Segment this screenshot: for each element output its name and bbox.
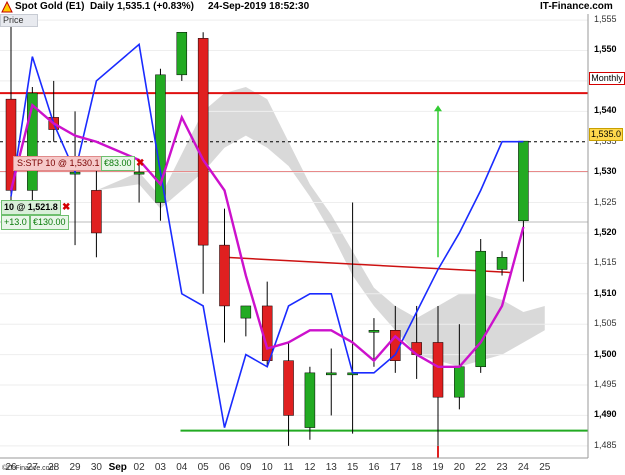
price-panel-tab[interactable]: Price: [0, 14, 38, 27]
x-tick-label: 02: [133, 462, 145, 473]
y-tick-label: 1,530: [594, 166, 617, 177]
candle-09: [240, 305, 252, 337]
candle-body: [326, 372, 337, 376]
grid: [0, 19, 588, 447]
timeframe: Daily: [90, 1, 114, 12]
y-tick-label: 1,550: [594, 44, 617, 55]
candle-04: [176, 31, 188, 81]
candle-29: [69, 111, 81, 246]
position-label[interactable]: 10 @ 1,521.8: [1, 200, 61, 215]
datetime: 24-Sep-2019 18:52:30: [208, 1, 310, 12]
candle-12: [304, 366, 316, 440]
x-tick-label: 09: [240, 462, 252, 473]
stop-order-value: €83.00: [101, 156, 135, 171]
y-tick-label: 1,495: [594, 379, 617, 389]
y-tick-label: 1,510: [594, 287, 617, 298]
instrument-name: Spot Gold (E1): [15, 1, 85, 12]
current-price-label: 1,535.0: [589, 128, 623, 141]
candle-10: [261, 281, 273, 367]
stop-order-label[interactable]: S:STP 10 @ 1,530.1: [13, 156, 104, 171]
position-pnl-points: +13.0: [1, 215, 30, 230]
candle-body: [368, 330, 380, 333]
x-tick-label: 30: [90, 462, 102, 473]
x-tick-label: 05: [197, 462, 209, 473]
candles: [5, 26, 529, 446]
candle-body: [518, 140, 529, 222]
x-tick-label: 23: [496, 462, 508, 473]
candle-30: [91, 159, 102, 258]
candle-body: [283, 360, 294, 416]
y-tick-label: 1,555: [594, 14, 617, 25]
close-position-icon[interactable]: ✖: [62, 201, 70, 214]
candle-body: [240, 305, 252, 319]
x-tick-label: 12: [304, 462, 316, 473]
x-tick-label: 06: [218, 462, 231, 473]
last-change: 1,535.1 (+0.83%): [117, 1, 194, 12]
y-tick-label: 1,490: [594, 409, 617, 420]
x-tick-label: 17: [389, 462, 401, 473]
x-tick-label: 22: [475, 462, 487, 473]
x-tick-label: 13: [325, 462, 337, 473]
triangle-logo-icon: [1, 1, 13, 13]
monthly-level-label: Monthly: [589, 72, 625, 85]
candle-body: [304, 372, 316, 428]
brand-title: IT-Finance.com: [540, 1, 613, 12]
y-tick-label: 1,525: [594, 196, 617, 207]
candle-body: [496, 257, 508, 270]
y-tick-label: 1,515: [594, 257, 617, 268]
y-tick-label: 1,520: [594, 226, 617, 237]
candle-body: [432, 342, 444, 398]
x-tick-label: 11: [283, 462, 294, 473]
price-chart[interactable]: [0, 0, 625, 475]
candle-13: [326, 348, 337, 416]
y-tick-label: 1,500: [594, 348, 617, 359]
candle-body: [454, 366, 465, 398]
candle-06: [219, 208, 230, 343]
x-tick-label: 16: [368, 462, 380, 473]
candle-22: [475, 239, 486, 373]
x-tick-label: 15: [347, 462, 359, 473]
x-tick-label: 19: [432, 462, 444, 473]
candle-15: [347, 202, 358, 434]
candle-03: [155, 68, 166, 221]
candle-body: [197, 38, 209, 246]
x-tick-label: 04: [176, 462, 188, 473]
footer-brand: ©IT-Finance.com: [2, 465, 56, 472]
candle-body: [133, 171, 145, 175]
y-tick-label: 1,505: [594, 318, 617, 329]
y-tick-label: 1,540: [594, 105, 617, 116]
candle-24: [518, 140, 529, 282]
trend-line: [224, 256, 511, 274]
candle-body: [219, 244, 230, 307]
candle-body: [176, 31, 188, 76]
x-tick-label: 25: [539, 462, 551, 473]
x-tick-label: 20: [453, 462, 465, 473]
candle-body: [91, 190, 102, 234]
title-bar: Spot Gold (E1) Daily 1,535.1 (+0.83%) 24…: [0, 0, 625, 14]
close-stop-icon[interactable]: ✖: [136, 157, 144, 170]
y-tick-label: 1,485: [594, 439, 617, 450]
x-tick-label: Sep: [108, 462, 127, 473]
x-tick-label: 24: [517, 462, 529, 473]
x-tick-label: 03: [154, 462, 166, 473]
x-tick-label: 18: [411, 462, 423, 473]
x-tick-label: 10: [261, 462, 273, 473]
target-arrow-head: [434, 105, 442, 112]
x-tick-label: 29: [69, 462, 81, 473]
candle-body: [475, 250, 486, 368]
position-pnl-money: €130.00: [30, 215, 69, 230]
